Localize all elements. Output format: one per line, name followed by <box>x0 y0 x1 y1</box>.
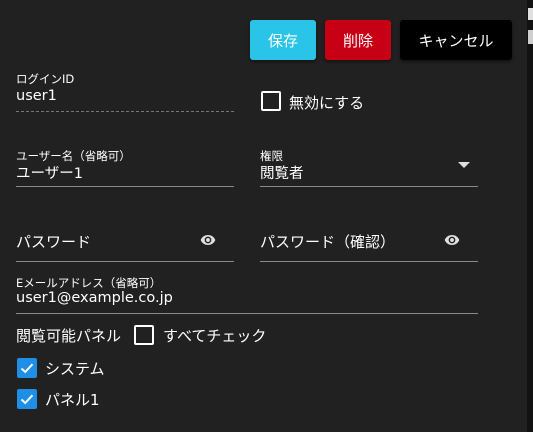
panel-system-label: システム <box>45 360 105 378</box>
visibility-toggle-icon[interactable] <box>441 232 463 248</box>
login-id-underline <box>16 111 234 112</box>
panel-1-label: パネル1 <box>45 391 100 409</box>
password-placeholder: パスワード <box>16 233 92 251</box>
checkmark-icon <box>20 363 34 374</box>
panel-system-checkbox[interactable] <box>17 358 37 378</box>
password-confirm-underline <box>260 261 478 262</box>
visible-panels-label: 閲覧可能パネル <box>16 327 122 345</box>
email-underline <box>16 313 478 314</box>
permission-select[interactable]: 権限 閲覧者 <box>260 148 478 188</box>
save-button[interactable]: 保存 <box>250 20 316 60</box>
email-field[interactable]: Eメールアドレス（省略可） user1@example.co.jp <box>16 275 478 315</box>
background-edge <box>527 0 533 432</box>
panel-1-checkbox[interactable] <box>17 389 37 409</box>
login-id-field: ログインID user1 <box>16 71 234 113</box>
permission-value: 閲覧者 <box>260 166 304 182</box>
email-label: Eメールアドレス（省略可） <box>16 276 162 290</box>
username-value: ユーザー1 <box>16 166 83 182</box>
checkmark-icon <box>20 394 34 405</box>
permission-underline <box>260 186 478 187</box>
email-value: user1@example.co.jp <box>16 290 173 306</box>
password-confirm-placeholder: パスワード（確認） <box>260 233 396 251</box>
password-confirm-field[interactable]: パスワード（確認） <box>260 228 478 263</box>
dropdown-arrow-icon <box>458 162 470 168</box>
username-underline <box>16 186 234 187</box>
username-field[interactable]: ユーザー名（省略可） ユーザー1 <box>16 148 234 188</box>
background-glyph <box>528 8 533 20</box>
password-underline <box>16 261 234 262</box>
user-edit-dialog: 保存 削除 キャンセル ログインID user1 無効にする ユーザー名（省略可… <box>0 0 527 432</box>
delete-button[interactable]: 削除 <box>325 20 391 60</box>
check-all-checkbox[interactable] <box>134 325 154 345</box>
login-id-label: ログインID <box>16 72 75 86</box>
login-id-value: user1 <box>16 88 57 104</box>
disable-label: 無効にする <box>289 94 365 112</box>
background-glyph <box>528 30 533 44</box>
visibility-toggle-icon[interactable] <box>197 232 219 248</box>
check-all-label: すべてチェック <box>163 327 267 345</box>
disable-checkbox[interactable] <box>261 91 281 111</box>
cancel-button[interactable]: キャンセル <box>400 20 512 60</box>
password-field[interactable]: パスワード <box>16 228 234 263</box>
